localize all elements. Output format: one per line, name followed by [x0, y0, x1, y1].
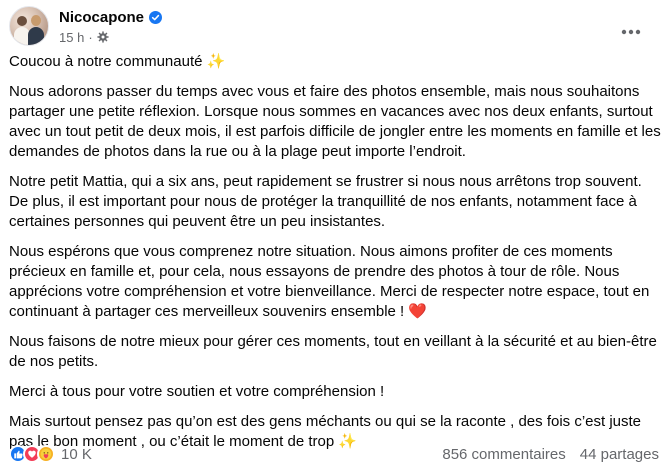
- post-paragraph: Nous espérons que vous comprenez notre s…: [9, 242, 664, 322]
- comments-count[interactable]: 856 commentaires: [442, 446, 565, 463]
- verified-badge-icon: [149, 10, 163, 24]
- post-body: Coucou à notre communauté ✨ Nous adorons…: [9, 52, 664, 452]
- post-meta: Nicocapone 15 h ·: [59, 7, 163, 45]
- reactions-summary[interactable]: 10 K: [9, 445, 92, 463]
- heart-emoji: ❤️: [408, 303, 428, 320]
- post-paragraph: Nous adorons passer du temps avec vous e…: [9, 83, 661, 160]
- post-paragraph: Notre petit Mattia, qui a six ans, peut …: [9, 173, 642, 230]
- post-footer: 10 K 856 commentaires 44 partages: [9, 444, 659, 464]
- author-avatar[interactable]: [9, 6, 49, 46]
- shares-count[interactable]: 44 partages: [580, 446, 659, 463]
- paragraph-text: Nous espérons que vous comprenez notre s…: [9, 243, 650, 320]
- post-time[interactable]: 15 h: [59, 30, 84, 45]
- post-header: Nicocapone 15 h ·: [9, 6, 659, 46]
- sparkles-emoji: ✨: [206, 53, 226, 70]
- post-paragraph: Coucou à notre communauté ✨: [9, 52, 664, 72]
- author-name[interactable]: Nicocapone: [59, 9, 144, 26]
- facebook-post: Nicocapone 15 h · Coucou à notre communa…: [0, 0, 669, 471]
- post-paragraph: Nous faisons de notre mieux pour gérer c…: [9, 333, 657, 370]
- post-timestamp-row: 15 h ·: [59, 29, 162, 45]
- greeting-text: Coucou à notre communauté: [9, 53, 203, 70]
- reactions-count[interactable]: 10 K: [61, 446, 92, 463]
- care-reaction-icon: [37, 445, 55, 463]
- more-options-icon[interactable]: [613, 14, 649, 50]
- post-paragraph: Merci à tous pour votre soutien et votre…: [9, 383, 385, 400]
- separator-dot: ·: [88, 29, 93, 45]
- gear-icon[interactable]: [97, 31, 109, 43]
- author-row: Nicocapone: [59, 7, 163, 27]
